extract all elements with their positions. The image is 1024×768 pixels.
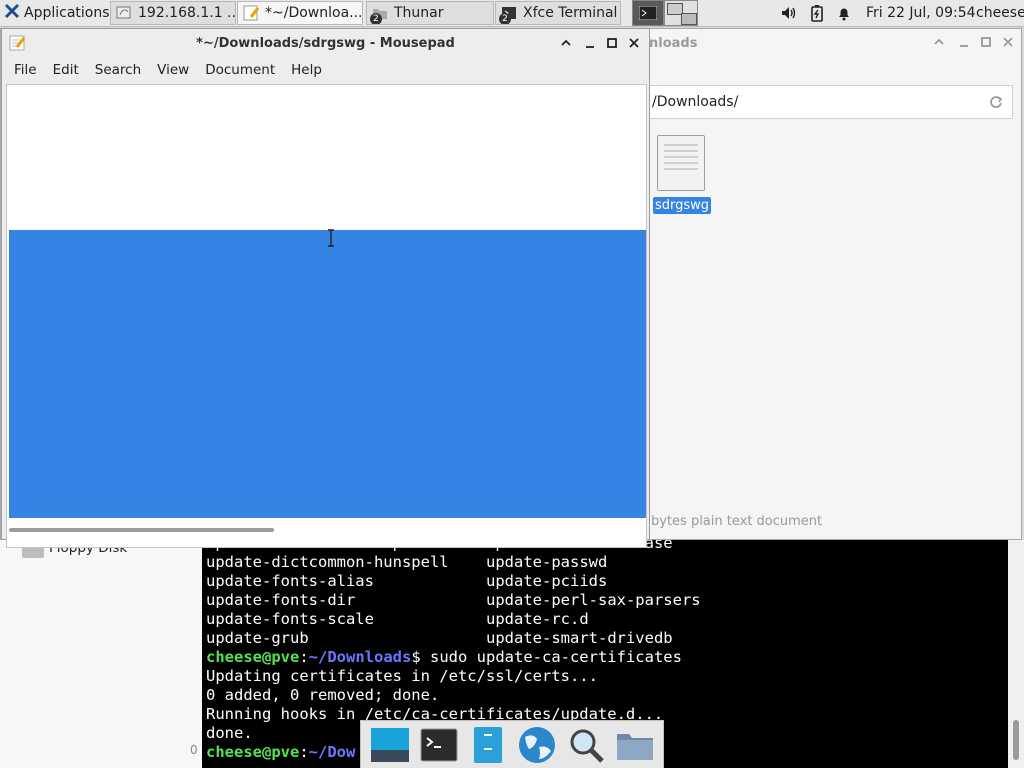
menu-help[interactable]: Help — [283, 62, 330, 78]
mousepad-titlebar[interactable]: *~/Downloads/sdrgswg - Mousepad — [2, 29, 649, 57]
thunar-titlebar[interactable]: nloads — [649, 29, 1021, 57]
menu-bar: File Edit Search View Document Help — [2, 57, 649, 83]
window-count-badge: 2 — [370, 13, 382, 24]
search-icon[interactable] — [566, 725, 606, 765]
terminal-scrollbar[interactable] — [1008, 540, 1024, 768]
text-selection — [9, 230, 646, 518]
minimize-up-icon[interactable] — [932, 35, 946, 53]
menu-edit[interactable]: Edit — [45, 62, 87, 78]
workspace-switcher[interactable] — [632, 0, 698, 26]
task-label: 192.168.1.1 ... — [138, 5, 236, 21]
close-icon[interactable] — [627, 36, 641, 54]
top-panel: Applications ⋮ 192.168.1.1 ... *~/Downlo… — [0, 0, 1024, 27]
terminal-icon: 2 — [499, 5, 517, 24]
menu-view[interactable]: View — [149, 62, 197, 78]
task-label: Xfce Terminal — [523, 5, 618, 21]
terminal-row: update-dictcommon-hunspell update-passwd — [206, 553, 608, 571]
thunar-window-title: nloads — [649, 35, 698, 51]
terminal-row: update-grub update-smart-drivedb — [206, 629, 673, 647]
task-thunar[interactable]: 2 Thunar — [366, 1, 494, 25]
task-label: Thunar — [394, 5, 444, 21]
task-label: *~/Downloa... — [265, 5, 363, 21]
text-file-icon — [657, 135, 705, 191]
minimize-icon[interactable] — [957, 35, 971, 53]
horizontal-scrollbar[interactable] — [9, 528, 274, 532]
applications-label: Applications — [24, 5, 110, 21]
status-bar-text: bytes plain text document — [651, 514, 823, 529]
terminal-icon[interactable] — [419, 725, 459, 765]
terminal-output-line: Updating certificates in /etc/ssl/certs.… — [206, 667, 598, 685]
task-mousepad[interactable]: *~/Downloa... — [237, 1, 363, 25]
dock — [360, 720, 664, 768]
sidebar-number: 0 — [190, 743, 198, 757]
show-desktop-icon[interactable] — [370, 725, 410, 765]
terminal-row: update-fonts-alias update-pciids — [206, 572, 608, 590]
mousepad-window: *~/Downloads/sdrgswg - Mousepad File Edi… — [1, 28, 650, 548]
workspace-1[interactable] — [632, 0, 664, 26]
web-browser-icon[interactable] — [517, 725, 557, 765]
shade-icon[interactable] — [559, 36, 573, 54]
folder-icon[interactable] — [615, 725, 655, 765]
file-name-label: sdrgswg — [653, 197, 712, 214]
user-menu[interactable]: cheese — [976, 3, 1024, 23]
menu-file[interactable]: File — [6, 62, 45, 78]
battery-icon[interactable] — [810, 3, 824, 23]
close-icon[interactable] — [1001, 35, 1015, 53]
applications-menu[interactable]: Applications ⋮ — [2, 2, 128, 24]
text-editor-icon — [243, 5, 260, 21]
maximize-icon[interactable] — [605, 36, 619, 54]
remote-desktop-icon — [116, 5, 132, 21]
terminal-output-line: 0 added, 0 removed; done. — [206, 686, 440, 704]
task-remote[interactable]: 192.168.1.1 ... — [110, 1, 236, 25]
terminal-prompt: cheese@pve:~/Downloads$ sudo update-ca-c… — [206, 648, 682, 666]
location-bar[interactable]: /Downloads/ — [649, 85, 1013, 119]
xfce-logo-icon — [4, 3, 20, 23]
minimize-icon[interactable] — [583, 36, 597, 54]
menu-document[interactable]: Document — [197, 62, 283, 78]
window-count-badge: 2 — [499, 13, 511, 24]
folder-icon: 2 — [370, 5, 388, 24]
maximize-icon[interactable] — [979, 35, 993, 53]
text-cursor-icon — [326, 229, 336, 251]
file-item[interactable]: sdrgswg — [653, 135, 713, 219]
location-path: /Downloads/ — [652, 94, 739, 110]
clock[interactable]: Fri 22 Jul, 09:54 — [866, 3, 976, 23]
file-manager-icon[interactable] — [468, 725, 508, 765]
task-terminal[interactable]: 2 Xfce Terminal — [495, 1, 621, 25]
volume-icon[interactable] — [780, 3, 798, 23]
scrollbar-thumb[interactable] — [1013, 720, 1019, 760]
thunar-sidebar: Floppy Disk 0 — [0, 540, 205, 768]
reload-icon[interactable] — [988, 94, 1004, 114]
notification-bell-icon[interactable] — [836, 3, 852, 23]
text-editor-area[interactable] — [6, 84, 647, 548]
window-title: *~/Downloads/sdrgswg - Mousepad — [196, 35, 455, 51]
terminal-row: update-fonts-dir update-perl-sax-parsers — [206, 591, 701, 609]
workspace-2[interactable] — [664, 0, 698, 26]
menu-search[interactable]: Search — [87, 62, 149, 78]
terminal-row: update-fonts-scale update-rc.d — [206, 610, 589, 628]
